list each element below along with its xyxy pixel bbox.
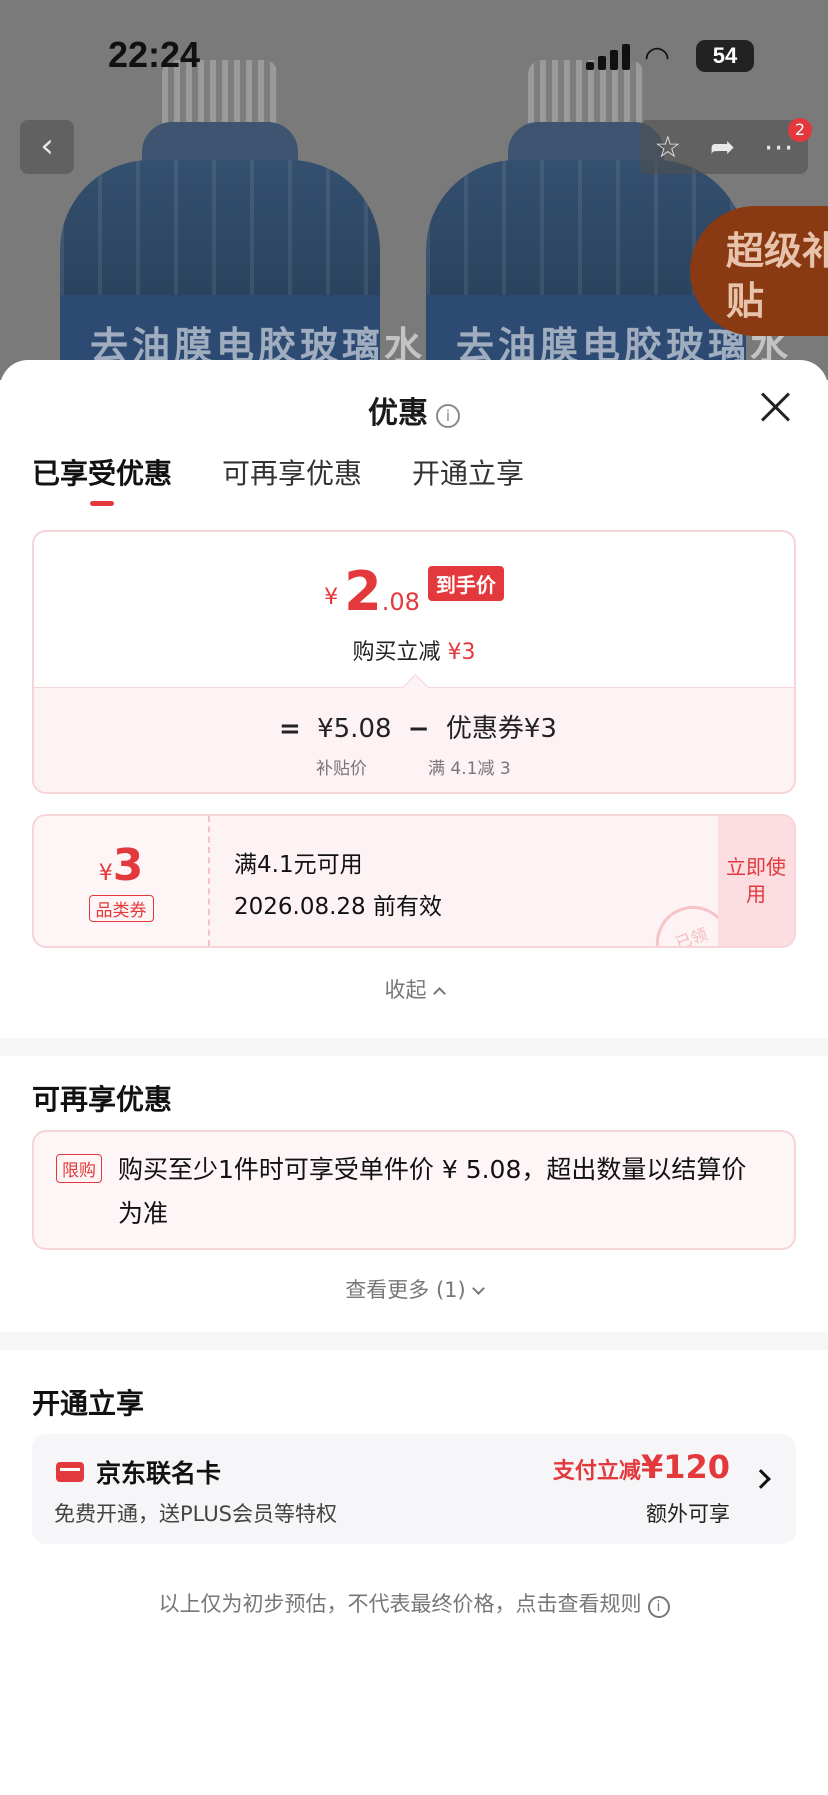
- disclaimer-text: 以上仅为初步预估，不代表最终价格，点击查看规则: [158, 1592, 642, 1616]
- collapse-button[interactable]: 收起: [0, 974, 828, 1004]
- card-promo: 支付立减¥120: [553, 1448, 730, 1486]
- coupon-note: 满 4.1减 3: [428, 759, 511, 779]
- instant-discount-value: ¥3: [447, 640, 476, 665]
- coupon-amount-panel: ¥3 品类券: [34, 816, 210, 946]
- coupon-condition: 满4.1元可用: [234, 852, 363, 878]
- promo-amount: ¥120: [640, 1448, 730, 1486]
- price-integer: 2: [344, 560, 382, 623]
- chevron-down-icon: [471, 1282, 485, 1295]
- notification-badge: 2: [788, 118, 812, 142]
- section-divider: [0, 1332, 828, 1350]
- instant-discount: 购买立减 ¥3: [34, 634, 794, 666]
- super-subsidy-badge: 超级补贴: [690, 206, 828, 336]
- battery-icon: 54: [696, 40, 754, 72]
- status-time: 22:24: [108, 34, 201, 75]
- instant-discount-label: 购买立减: [352, 640, 441, 665]
- signal-icon: [586, 42, 634, 70]
- info-icon: i: [647, 1596, 670, 1618]
- discount-tabs: 已享受优惠 可再享优惠 开通立享: [32, 452, 524, 506]
- tab-additional-discounts[interactable]: 可再享优惠: [222, 452, 362, 492]
- chevron-up-icon: [432, 987, 446, 1000]
- coupon-amount: 3: [112, 840, 144, 891]
- coupon-details: 满4.1元可用 2026.08.28 前有效: [234, 844, 442, 928]
- open-benefits-title: 开通立享: [32, 1387, 145, 1420]
- credit-card-icon: [56, 1462, 84, 1482]
- subsidy-price: ¥5.08: [317, 714, 392, 744]
- final-price: ¥2.08到手价: [34, 560, 794, 623]
- sheet-title: 优惠 i: [0, 388, 828, 432]
- collapse-label: 收起: [384, 978, 427, 1002]
- wifi-icon: ◠: [644, 40, 671, 75]
- nav-actions: ☆ ➦ ⋯: [640, 120, 808, 174]
- coupon-card: ¥3 品类券 满4.1元可用 2026.08.28 前有效 已领 立即使用: [32, 814, 796, 948]
- final-price-tag: 到手价: [427, 566, 504, 601]
- coupon-type-badge: 品类券: [88, 895, 154, 922]
- info-icon[interactable]: i: [436, 404, 460, 428]
- favorite-icon[interactable]: ☆: [654, 130, 681, 165]
- close-button[interactable]: [756, 388, 796, 428]
- tab-enjoyed-discounts[interactable]: 已享受优惠: [32, 452, 172, 506]
- coupon-currency: ¥: [98, 861, 113, 886]
- price-disclaimer[interactable]: 以上仅为初步预估，不代表最终价格，点击查看规则 i: [0, 1588, 828, 1618]
- sheet-title-text: 优惠: [368, 396, 428, 431]
- promo-extra: 额外可享: [646, 1502, 730, 1526]
- use-now-button[interactable]: 立即使用: [718, 816, 794, 946]
- price-formula: = ¥5.08 − 优惠券¥3 补贴价 满 4.1减 3: [34, 687, 794, 792]
- status-bar: 22:24 ◠ 54: [0, 0, 828, 110]
- jd-cobrand-card-offer[interactable]: 京东联名卡 免费开通，送PLUS会员等特权 支付立减¥120 额外可享: [32, 1434, 796, 1544]
- card-description: 免费开通，送PLUS会员等特权: [54, 1502, 338, 1526]
- price-decimal: .08: [381, 588, 420, 616]
- view-more-button[interactable]: 查看更多 (1): [0, 1274, 828, 1304]
- back-button[interactable]: ‹: [20, 120, 74, 174]
- price-currency: ¥: [324, 585, 339, 610]
- view-more-label: 查看更多 (1): [345, 1278, 466, 1302]
- additional-discounts-title: 可再享优惠: [32, 1083, 173, 1116]
- limit-offer-text: 购买至少1件时可享受单件价 ¥ 5.08，超出数量以结算价为准: [118, 1155, 747, 1228]
- coupon-deduction: 优惠券¥3: [445, 714, 557, 744]
- tab-open-benefits[interactable]: 开通立享: [412, 452, 524, 492]
- equals-sign: =: [279, 714, 301, 744]
- discount-sheet: 优惠 i 已享受优惠 可再享优惠 开通立享 ¥2.08到手价 购买立减 ¥3 = …: [0, 360, 828, 1795]
- card-name: 京东联名卡: [96, 1459, 222, 1488]
- limit-tag: 限购: [56, 1154, 102, 1183]
- section-divider: [0, 1038, 828, 1056]
- coupon-expiry: 2026.08.28 前有效: [234, 894, 442, 920]
- final-price-card: ¥2.08到手价 购买立减 ¥3 = ¥5.08 − 优惠券¥3 补贴价 满 4…: [32, 530, 796, 794]
- minus-sign: −: [407, 714, 430, 744]
- subsidy-price-note: 补贴价: [316, 759, 367, 779]
- promo-prefix: 支付立减: [552, 1459, 641, 1484]
- purchase-limit-offer: 限购 购买至少1件时可享受单件价 ¥ 5.08，超出数量以结算价为准: [32, 1130, 796, 1250]
- share-icon[interactable]: ➦: [710, 130, 735, 165]
- chevron-right-icon: [751, 1469, 771, 1489]
